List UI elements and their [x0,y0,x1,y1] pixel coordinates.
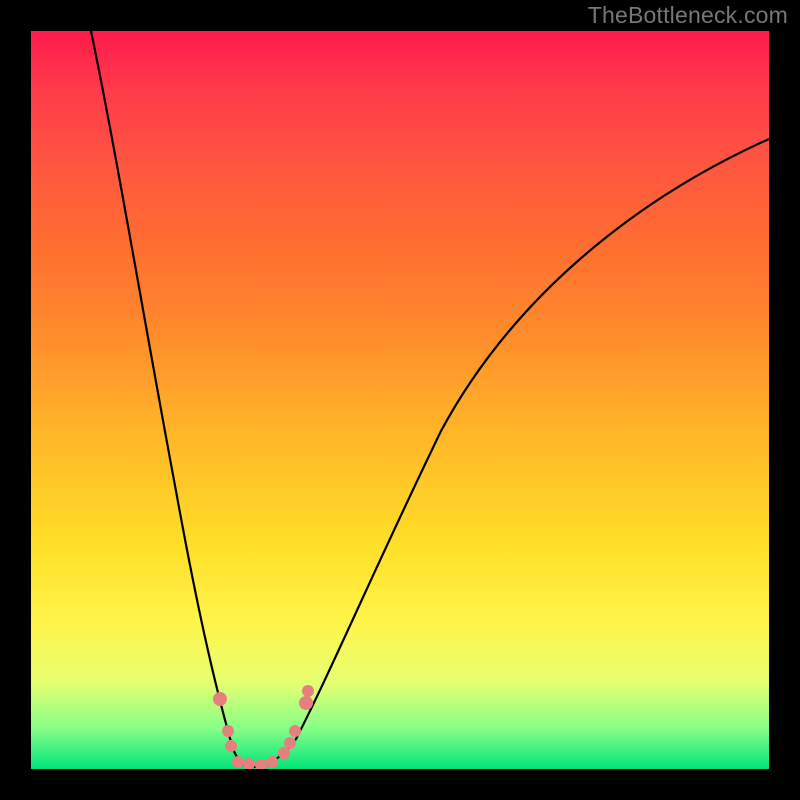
data-point [266,756,278,768]
data-point [213,692,227,706]
data-point [284,737,296,749]
data-point [232,756,244,768]
data-point [255,759,267,769]
data-point [302,685,314,697]
data-point [289,725,301,737]
right-curve [249,139,769,767]
watermark-text: TheBottleneck.com [588,2,788,29]
data-points [213,685,314,769]
data-point [225,740,237,752]
data-point [222,725,234,737]
plot-area [31,31,769,769]
chart-svg [31,31,769,769]
data-point [299,696,313,710]
data-point [243,758,255,769]
left-curve [91,31,249,767]
data-point [278,747,290,759]
